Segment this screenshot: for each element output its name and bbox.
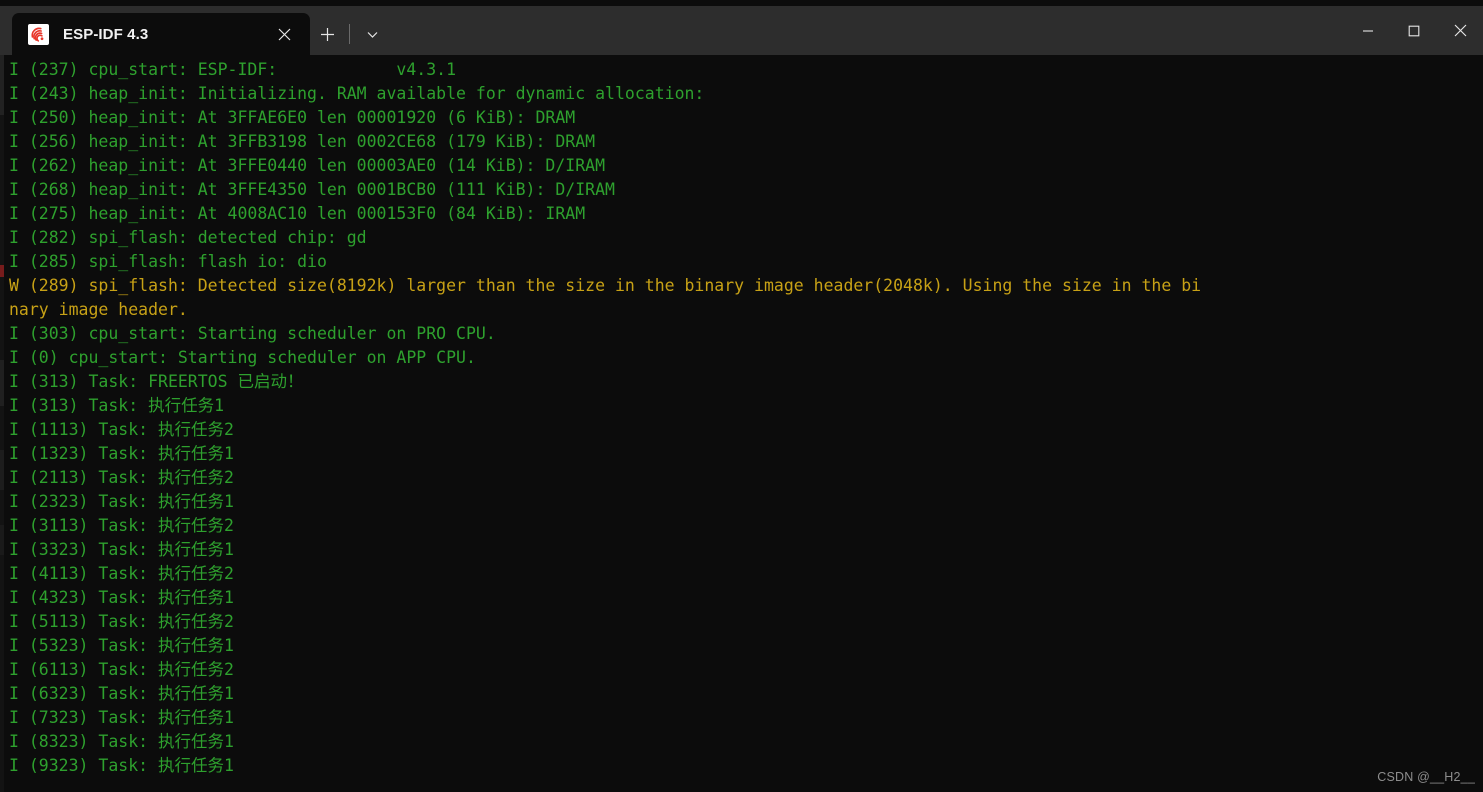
- tab-title: ESP-IDF 4.3: [63, 25, 149, 43]
- terminal-line: I (9323) Task: 执行任务1: [9, 756, 234, 775]
- terminal-line: I (256) heap_init: At 3FFB3198 len 0002C…: [9, 132, 596, 151]
- tab-controls: [310, 13, 389, 55]
- terminal-line: I (268) heap_init: At 3FFE4350 len 0001B…: [9, 180, 615, 199]
- terminal-log-lines: I (237) cpu_start: ESP-IDF: v4.3.1 I (243…: [9, 58, 1483, 778]
- terminal-line: I (7323) Task: 执行任务1: [9, 708, 234, 727]
- terminal-line: I (285) spi_flash: flash io: dio: [9, 252, 327, 271]
- tab-esp-idf[interactable]: ESP-IDF 4.3: [12, 13, 310, 55]
- terminal-line: I (0) cpu_start: Starting scheduler on A…: [9, 348, 476, 367]
- terminal-line: I (3323) Task: 执行任务1: [9, 540, 234, 559]
- terminal-line: I (5323) Task: 执行任务1: [9, 636, 234, 655]
- terminal-line: I (313) Task: FREERTOS 已启动！: [9, 372, 304, 391]
- tab-controls-divider: [349, 24, 350, 44]
- espressif-logo-icon: [28, 23, 49, 45]
- terminal-line: I (303) cpu_start: Starting scheduler on…: [9, 324, 496, 343]
- title-bar: ESP-IDF 4.3: [0, 6, 1483, 55]
- terminal-line: W (289) spi_flash: Detected size(8192k) …: [9, 276, 1202, 295]
- close-button[interactable]: [1437, 6, 1483, 55]
- tab-strip: ESP-IDF 4.3: [0, 6, 389, 55]
- terminal-line: I (3113) Task: 执行任务2: [9, 516, 234, 535]
- terminal-output-pane[interactable]: I (237) cpu_start: ESP-IDF: v4.3.1 I (243…: [0, 55, 1483, 792]
- chevron-down-icon[interactable]: [355, 13, 389, 55]
- terminal-line: I (5113) Task: 执行任务2: [9, 612, 234, 631]
- terminal-line: I (1113) Task: 执行任务2: [9, 420, 234, 439]
- terminal-line: I (6323) Task: 执行任务1: [9, 684, 234, 703]
- terminal-line: I (250) heap_init: At 3FFAE6E0 len 00001…: [9, 108, 576, 127]
- terminal-window: ESP-IDF 4.3 I (237) cpu_start: ESP-IDF: …: [0, 0, 1483, 792]
- titlebar-drag-region: [389, 6, 1345, 55]
- terminal-line: I (313) Task: 执行任务1: [9, 396, 225, 415]
- window-controls: [1345, 6, 1483, 55]
- terminal-line: I (8323) Task: 执行任务1: [9, 732, 234, 751]
- terminal-line: I (243) heap_init: Initializing. RAM ava…: [9, 84, 705, 103]
- terminal-line: I (1323) Task: 执行任务1: [9, 444, 234, 463]
- minimize-button[interactable]: [1345, 6, 1391, 55]
- terminal-line: I (237) cpu_start: ESP-IDF: v4.3.1: [9, 60, 457, 79]
- new-tab-button[interactable]: [310, 13, 344, 55]
- terminal-line: I (4323) Task: 执行任务1: [9, 588, 234, 607]
- scroll-marker-gutter[interactable]: [0, 55, 4, 792]
- terminal-line: I (275) heap_init: At 4008AC10 len 00015…: [9, 204, 586, 223]
- terminal-line: I (262) heap_init: At 3FFE0440 len 00003…: [9, 156, 606, 175]
- terminal-line: I (4113) Task: 执行任务2: [9, 564, 234, 583]
- terminal-line: I (282) spi_flash: detected chip: gd: [9, 228, 367, 247]
- tab-close-icon[interactable]: [268, 19, 300, 49]
- terminal-line: I (2323) Task: 执行任务1: [9, 492, 234, 511]
- terminal-line: I (6113) Task: 执行任务2: [9, 660, 234, 679]
- terminal-line: I (2113) Task: 执行任务2: [9, 468, 234, 487]
- csdn-watermark: CSDN @__H2__: [1377, 770, 1475, 784]
- maximize-button[interactable]: [1391, 6, 1437, 55]
- terminal-line: nary image header.: [9, 300, 188, 319]
